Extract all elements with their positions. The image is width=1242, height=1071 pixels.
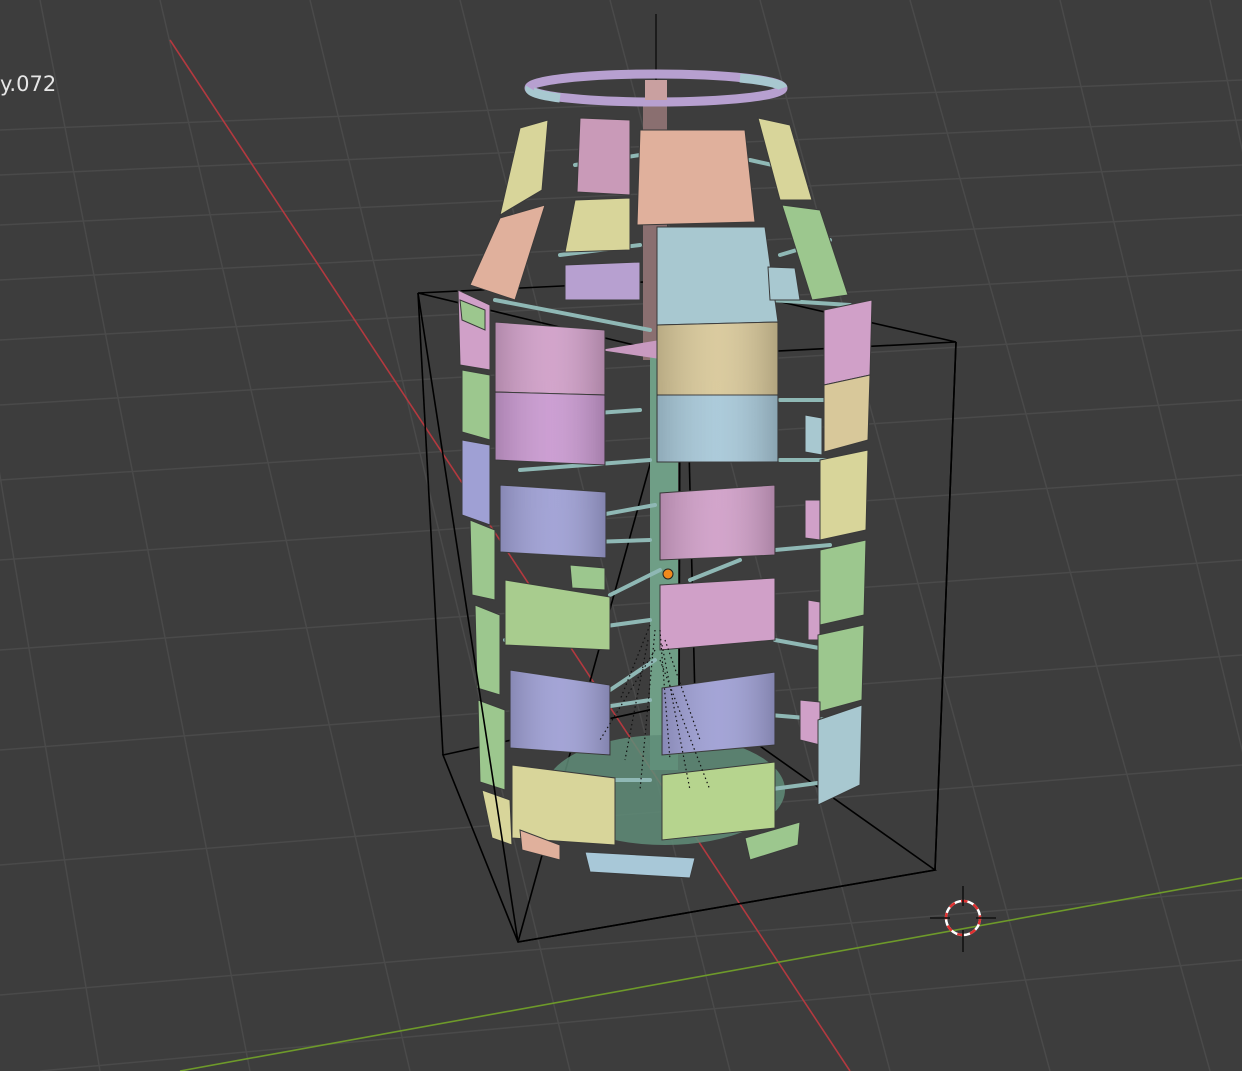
3d-viewport[interactable]: y.072 bbox=[0, 0, 1242, 1071]
object-origin[interactable] bbox=[662, 568, 674, 580]
3d-cursor-icon[interactable] bbox=[930, 886, 996, 952]
viewport-canvas[interactable] bbox=[0, 0, 1242, 1071]
object-name-label: y.072 bbox=[0, 72, 57, 96]
top-ring bbox=[524, 69, 788, 107]
